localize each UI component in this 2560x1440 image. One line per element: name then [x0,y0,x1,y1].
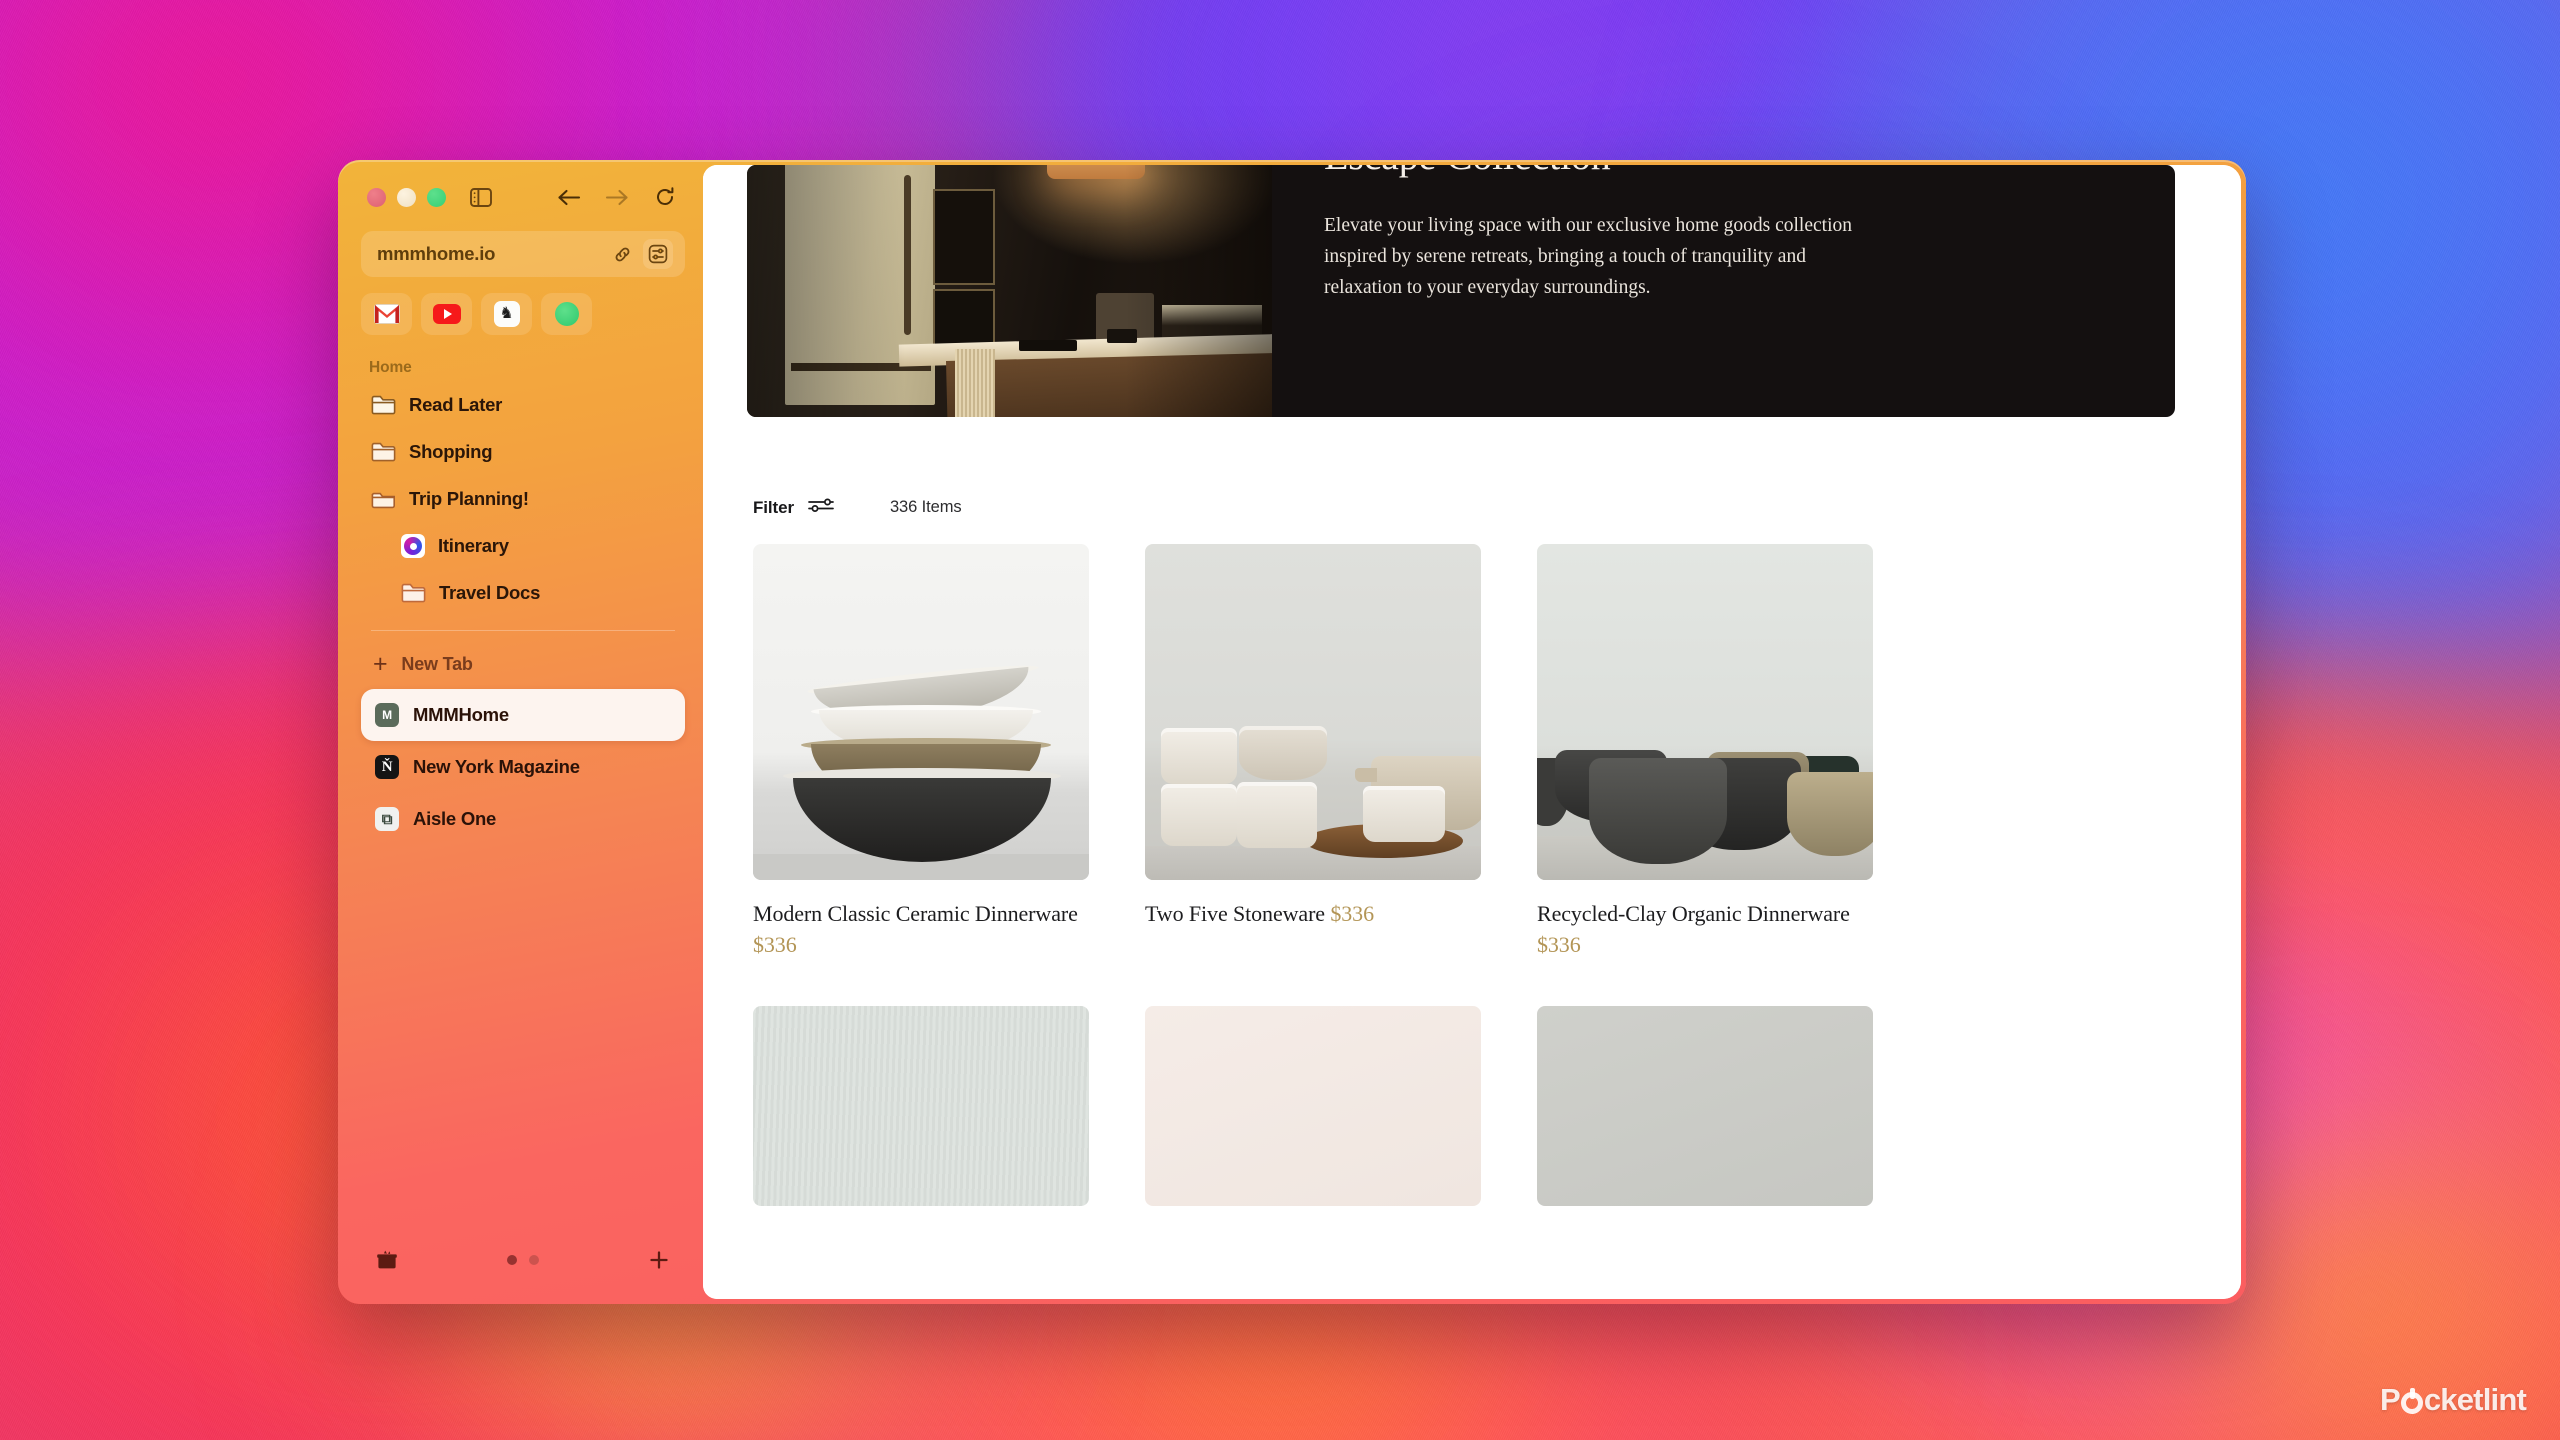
product-card[interactable]: Two Five Stoneware $336 [1145,544,1481,960]
mmmhome-favicon: M [375,703,399,727]
product-meta: Two Five Stoneware $336 [1145,898,1481,929]
product-title: Two Five Stoneware [1145,901,1325,926]
gmail-icon [373,301,400,327]
nymag-favicon: Ň [375,755,399,779]
product-image[interactable] [1537,544,1873,880]
favorite-gmail[interactable] [361,293,412,335]
tab-label: Aisle One [413,808,497,829]
youtube-icon [432,304,461,324]
folder-open-icon [371,488,396,509]
rabbit-icon: ♞ [493,301,520,327]
sidebar-toggle-icon[interactable] [465,182,497,212]
space-pager[interactable] [507,1255,539,1265]
product-meta: Modern Classic Ceramic Dinnerware $336 [753,898,1089,960]
hero-image [747,165,1272,417]
product-price: $336 [1537,932,1581,958]
product-image[interactable] [1145,1006,1481,1207]
hero-title: Escape Collection [1324,165,2119,177]
sliders-box-icon[interactable] [643,239,673,269]
product-grid: Modern Classic Ceramic Dinnerware $336 T… [753,544,2241,960]
folder-label: Shopping [409,440,493,462]
close-window-button[interactable] [367,187,386,207]
browser-sidebar: mmmhome.io ♞ Home Read Later Shopping Tr… [343,165,703,1299]
sliders-icon[interactable] [808,497,834,518]
favorites-row: ♞ [361,293,685,335]
product-image[interactable] [753,1006,1089,1207]
folder-label: Travel Docs [439,581,541,603]
link-icon[interactable] [606,239,638,269]
favorite-rabbit[interactable]: ♞ [481,293,532,335]
product-image[interactable] [1537,1006,1873,1207]
filter-bar: Filter 336 Items [753,497,2241,518]
product-card[interactable] [1145,1006,1481,1207]
folder-shopping[interactable]: Shopping [361,428,685,475]
page-scroll-container[interactable]: Escape Collection Elevate your living sp… [703,165,2241,1299]
sidebar-divider [371,630,675,631]
itinerary-favicon [401,533,425,558]
product-price: $336 [753,932,797,958]
pager-dot[interactable] [529,1255,539,1265]
pocketlint-watermark: P cketlint [2379,1382,2527,1418]
product-card[interactable]: Recycled-Clay Organic Dinnerware $336 [1537,544,1873,960]
product-image[interactable] [753,544,1089,880]
archive-icon[interactable] [371,1245,403,1275]
hero-body: Elevate your living space with our exclu… [1324,215,1852,298]
tab-label: Itinerary [438,534,509,556]
folder-icon [401,582,426,603]
arrow-left-icon[interactable] [553,182,585,212]
url-bar[interactable]: mmmhome.io [361,231,685,277]
tab-itinerary[interactable]: Itinerary [361,522,685,569]
product-card[interactable]: Modern Classic Ceramic Dinnerware $336 [753,544,1089,960]
sidebar-bottom-bar [361,1221,685,1299]
product-card[interactable] [753,1006,1089,1207]
folder-icon [371,394,396,415]
aisleone-favicon: ⧉ [375,807,399,831]
product-title: Modern Classic Ceramic Dinnerware [753,901,1078,926]
tab-list: M MMMHome Ň New York Magazine ⧉ Aisle On… [361,689,685,845]
plus-icon[interactable] [643,1245,675,1275]
space-label: Home [369,359,412,376]
product-price: $336 [1330,901,1374,926]
arrow-right-icon[interactable] [601,182,633,212]
watermark-text-after: cketlint [2423,1382,2527,1417]
favorite-spotify[interactable] [541,293,592,335]
folder-label: Read Later [409,393,503,415]
tab-label: MMMHome [413,704,509,725]
product-grid-row2 [753,1006,2241,1207]
pager-dot-active[interactable] [507,1255,517,1265]
web-content-area: Escape Collection Elevate your living sp… [703,165,2241,1299]
browser-window: mmmhome.io ♞ Home Read Later Shopping Tr… [338,160,2246,1304]
reload-icon[interactable] [649,182,681,212]
url-input[interactable]: mmmhome.io [377,243,606,265]
tab-mmmhome[interactable]: M MMMHome [361,689,685,741]
watermark-text-before: P [2379,1382,2401,1417]
filter-label[interactable]: Filter [753,498,794,518]
product-meta: Recycled-Clay Organic Dinnerware $336 [1537,898,1873,960]
window-controls [361,165,685,229]
tab-aisle-one[interactable]: ⧉ Aisle One [361,793,685,845]
maximize-window-button[interactable] [427,187,446,207]
new-tab-button[interactable]: + New Tab [361,641,685,687]
folder-label: Trip Planning! [409,487,529,509]
product-title: Recycled-Clay Organic Dinnerware [1537,901,1850,926]
folder-icon [371,441,396,462]
folder-trip-planning[interactable]: Trip Planning! [361,475,685,522]
tab-new-york-magazine[interactable]: Ň New York Magazine [361,741,685,793]
lint-roller-icon [2400,1388,2423,1414]
plus-icon: + [373,649,388,678]
folder-travel-docs[interactable]: Travel Docs [361,569,685,616]
spotify-icon [554,302,579,326]
hero-banner: Escape Collection Elevate your living sp… [747,165,2175,417]
minimize-window-button[interactable] [397,187,416,207]
folder-tree: Read Later Shopping Trip Planning! Itine… [361,381,685,616]
folder-read-later[interactable]: Read Later [361,381,685,428]
product-card[interactable] [1537,1006,1873,1207]
favorite-youtube[interactable] [421,293,472,335]
product-image[interactable] [1145,544,1481,880]
tab-label: New York Magazine [413,756,580,777]
new-tab-label: New Tab [401,653,473,674]
item-count: 336 Items [889,498,962,516]
desktop-wallpaper: mmmhome.io ♞ Home Read Later Shopping Tr… [0,0,2560,1440]
